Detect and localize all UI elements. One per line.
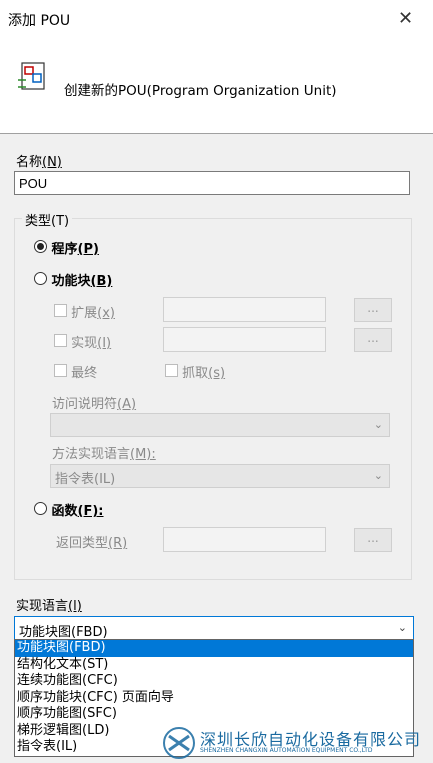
watermark-logo-icon <box>163 727 195 759</box>
checkbox-implements-box[interactable] <box>54 334 67 347</box>
radio-function-block[interactable]: 功能块(B) <box>34 270 112 289</box>
checkbox-extends[interactable]: 扩展(x) <box>54 302 115 321</box>
dropdown-option[interactable]: 连续功能图(CFC) <box>15 673 413 690</box>
checkbox-final-box[interactable] <box>54 364 67 377</box>
implements-browse-button[interactable]: ... <box>354 328 392 352</box>
radio-program[interactable]: 程序(P) <box>34 238 99 257</box>
name-input[interactable] <box>14 171 410 195</box>
access-spec-label: 访问说明符(A) <box>52 397 137 412</box>
checkbox-extends-box[interactable] <box>54 304 67 317</box>
return-type-label: 返回类型(R) <box>56 536 128 551</box>
radio-function-block-indicator[interactable] <box>34 272 47 285</box>
dropdown-option[interactable]: 功能块图(FBD) <box>15 640 413 657</box>
impl-language-value: 功能块图(FBD) <box>19 625 108 640</box>
checkbox-abstract[interactable]: 抓取(s) <box>165 362 225 381</box>
watermark-company-en: SHENZHEN CHANGXIN AUTOMATION EQUIPMENT C… <box>200 747 373 754</box>
pou-icon <box>18 62 45 90</box>
impl-language-combo[interactable]: 功能块图(FBD) ⌄ <box>14 616 414 640</box>
header-description: 创建新的POU(Program Organization Unit) <box>64 83 337 99</box>
impl-language-label: 实现语言(l) <box>16 599 82 614</box>
return-type-field[interactable] <box>163 527 326 552</box>
extends-field[interactable] <box>163 297 326 322</box>
access-spec-combo[interactable]: ⌄ <box>50 413 390 437</box>
chevron-down-icon: ⌄ <box>373 418 383 431</box>
header-divider <box>0 133 433 134</box>
radio-function[interactable]: 函数(F): <box>34 500 104 519</box>
dropdown-option[interactable]: 顺序功能块(CFC) 页面向导 <box>15 690 413 707</box>
extends-browse-button[interactable]: ... <box>354 298 392 322</box>
radio-function-indicator[interactable] <box>34 502 47 515</box>
close-icon[interactable]: ✕ <box>398 8 413 29</box>
chevron-down-icon: ⌄ <box>373 469 383 482</box>
type-group-label: 类型(T) <box>22 210 73 229</box>
implements-field[interactable] <box>163 327 326 352</box>
checkbox-final[interactable]: 最终 <box>54 362 97 381</box>
method-lang-combo[interactable]: 指令表(IL) ⌄ <box>50 464 390 488</box>
window-title: 添加 POU <box>8 13 71 29</box>
return-type-browse-button[interactable]: ... <box>354 528 392 552</box>
dropdown-option[interactable]: 结构化文本(ST) <box>15 657 413 674</box>
radio-program-indicator[interactable] <box>34 240 47 253</box>
name-label: 名称(N) <box>16 155 62 170</box>
checkbox-implements[interactable]: 实现(I) <box>54 332 111 351</box>
method-lang-label: 方法实现语言(M): <box>52 447 156 462</box>
checkbox-abstract-box[interactable] <box>165 364 178 377</box>
chevron-down-icon: ⌄ <box>397 621 407 634</box>
dropdown-option[interactable]: 顺序功能图(SFC) <box>15 706 413 723</box>
method-lang-value: 指令表(IL) <box>55 472 116 487</box>
